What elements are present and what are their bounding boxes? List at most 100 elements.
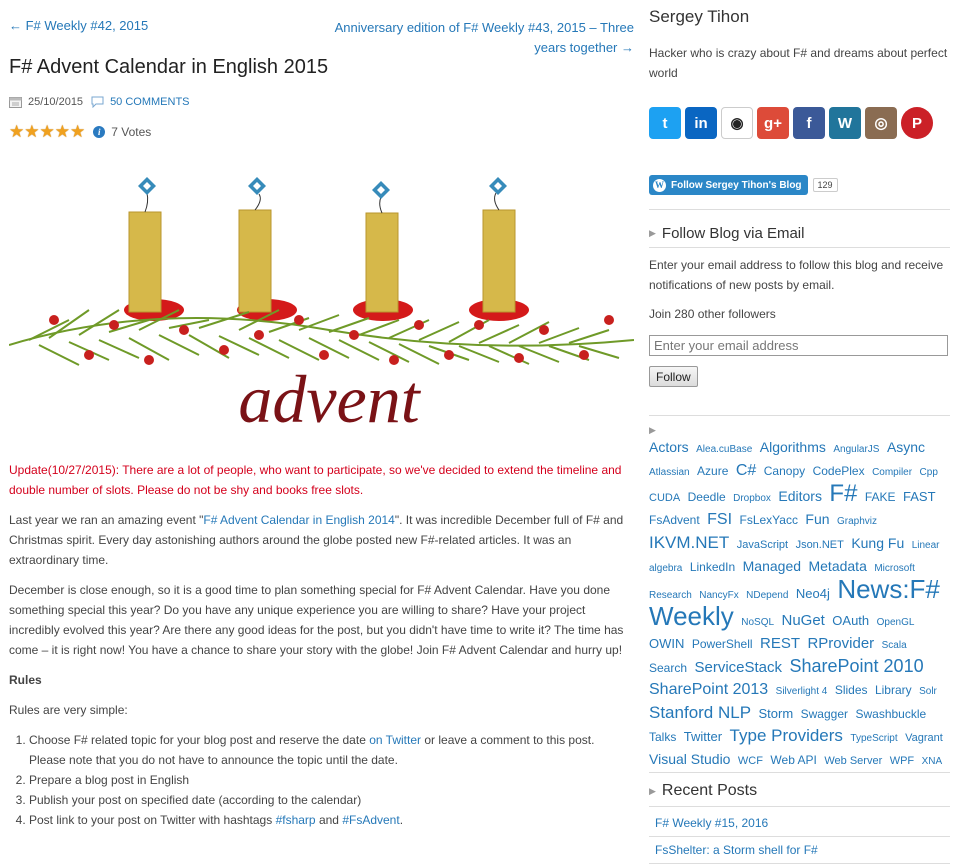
tag-link[interactable]: Storm bbox=[759, 706, 794, 721]
fsadvent-hashtag-link[interactable]: #FsAdvent bbox=[342, 813, 399, 827]
tag-link[interactable]: Azure bbox=[697, 464, 728, 478]
tag-link[interactable]: F# bbox=[829, 480, 857, 507]
tag-link[interactable]: OWIN bbox=[649, 636, 684, 651]
tag-link[interactable]: FsLexYacc bbox=[740, 513, 798, 527]
wordpress-icon: W bbox=[653, 178, 666, 192]
tag-link[interactable]: WCF bbox=[738, 755, 763, 767]
tag-link[interactable]: OAuth bbox=[832, 613, 869, 628]
star-icon[interactable]: ★ bbox=[9, 123, 24, 140]
star-icon[interactable]: ★ bbox=[70, 123, 85, 140]
tag-link[interactable]: NDepend bbox=[746, 590, 788, 601]
tag-link[interactable]: Silverlight 4 bbox=[776, 686, 828, 697]
tag-link[interactable]: Graphviz bbox=[837, 516, 877, 527]
tag-link[interactable]: Dropbox bbox=[733, 493, 771, 504]
tag-link[interactable]: Fun bbox=[805, 511, 829, 527]
rules-heading: Rules bbox=[9, 673, 42, 687]
tag-link[interactable]: Json.NET bbox=[796, 539, 844, 551]
tag-link[interactable]: Swagger bbox=[801, 707, 848, 721]
tag-link[interactable]: Library bbox=[875, 683, 912, 697]
follow-blog-button[interactable]: W Follow Sergey Tihon's Blog bbox=[649, 175, 808, 195]
tag-link[interactable]: NancyFx bbox=[699, 590, 738, 601]
next-post-link[interactable]: Anniversary edition of F# Weekly #43, 20… bbox=[334, 18, 634, 58]
tag-link[interactable]: NoSQL bbox=[741, 617, 774, 628]
linkedin-icon[interactable]: in bbox=[685, 107, 717, 139]
tag-link[interactable]: XNA bbox=[922, 756, 943, 767]
tag-link[interactable]: Talks bbox=[649, 730, 676, 744]
tag-link[interactable]: Type Providers bbox=[730, 726, 843, 745]
rules-list: Choose F# related topic for your blog po… bbox=[9, 730, 634, 830]
tag-link[interactable]: Visual Studio bbox=[649, 751, 730, 767]
tag-link[interactable]: Deedle bbox=[688, 490, 726, 504]
follow-description: Enter your email address to follow this … bbox=[649, 258, 944, 292]
tag-link[interactable]: Actors bbox=[649, 439, 689, 455]
tag-link[interactable]: REST bbox=[760, 635, 800, 652]
tag-link[interactable]: Twitter bbox=[684, 729, 722, 744]
tag-link[interactable]: Stanford NLP bbox=[649, 703, 751, 722]
comments-link[interactable]: 50 COMMENTS bbox=[110, 96, 189, 108]
tag-link[interactable]: AngularJS bbox=[833, 444, 879, 455]
follow-button[interactable]: Follow bbox=[649, 366, 698, 387]
tag-link[interactable]: RProvider bbox=[807, 635, 874, 652]
tag-link[interactable]: FSI bbox=[707, 511, 732, 528]
tag-link[interactable]: Search bbox=[649, 661, 687, 675]
tag-link[interactable]: Alea.cuBase bbox=[696, 444, 752, 455]
previous-post-link[interactable]: ← F# Weekly #42, 2015 bbox=[9, 18, 148, 33]
tag-link[interactable]: TypeScript bbox=[850, 733, 897, 744]
tag-link[interactable]: OpenGL bbox=[877, 617, 915, 628]
tag-link[interactable]: Managed bbox=[743, 558, 801, 574]
tag-link[interactable]: Swashbuckle bbox=[855, 707, 926, 721]
tag-link[interactable]: JavaScript bbox=[737, 539, 788, 551]
tag-link[interactable]: Web API bbox=[770, 753, 816, 767]
tag-link[interactable]: CodePlex bbox=[813, 464, 865, 478]
tag-link[interactable]: Neo4j bbox=[796, 586, 830, 601]
tag-link[interactable]: FAST bbox=[903, 489, 936, 504]
instagram-icon[interactable]: ◎ bbox=[865, 107, 897, 139]
tag-link[interactable]: NuGet bbox=[781, 612, 824, 629]
star-icon[interactable]: ★ bbox=[55, 123, 70, 140]
tag-link[interactable]: FsAdvent bbox=[649, 513, 700, 527]
star-icon[interactable]: ★ bbox=[24, 123, 39, 140]
star-rating[interactable]: ★ ★ ★ ★ ★ i 7 Votes bbox=[9, 123, 151, 140]
tag-link[interactable]: Kung Fu bbox=[851, 535, 904, 551]
tag-link[interactable]: Metadata bbox=[808, 558, 866, 574]
tag-link[interactable]: Scala bbox=[882, 640, 907, 651]
recent-post-link[interactable]: FsShelter: a Storm shell for F# bbox=[655, 843, 818, 857]
tag-link[interactable]: ServiceStack bbox=[694, 659, 782, 676]
tag-link[interactable]: Atlassian bbox=[649, 467, 690, 478]
tag-link[interactable]: SharePoint 2013 bbox=[649, 681, 768, 698]
info-icon[interactable]: i bbox=[93, 125, 106, 138]
email-input[interactable] bbox=[649, 335, 948, 356]
twitter-link[interactable]: on Twitter bbox=[369, 733, 421, 747]
tag-link[interactable]: Canopy bbox=[764, 464, 805, 478]
tag-link[interactable]: C# bbox=[736, 462, 756, 479]
tag-link[interactable]: PowerShell bbox=[692, 637, 753, 651]
tag-link[interactable]: Editors bbox=[778, 488, 822, 504]
tag-link[interactable]: Compiler bbox=[872, 467, 912, 478]
googleplus-icon[interactable]: g+ bbox=[757, 107, 789, 139]
tag-link[interactable]: Async bbox=[887, 439, 925, 455]
twitter-icon[interactable]: t bbox=[649, 107, 681, 139]
tag-link[interactable]: Cpp bbox=[920, 467, 938, 478]
github-icon[interactable]: ◉ bbox=[721, 107, 753, 139]
tag-link[interactable]: Slides bbox=[835, 683, 868, 697]
fsharp-hashtag-link[interactable]: #fsharp bbox=[276, 813, 316, 827]
tag-link[interactable]: SharePoint 2010 bbox=[789, 656, 923, 676]
pinterest-icon[interactable]: P bbox=[901, 107, 933, 139]
recent-post-link[interactable]: F# Weekly #15, 2016 bbox=[655, 816, 768, 830]
tag-link[interactable]: FAKE bbox=[865, 490, 896, 504]
tag-link[interactable]: Web Server bbox=[824, 755, 882, 767]
tag-link[interactable]: LinkedIn bbox=[690, 560, 735, 574]
paragraph-2: December is close enough, so it is a goo… bbox=[9, 583, 624, 657]
tag-link[interactable]: CUDA bbox=[649, 492, 680, 504]
tag-link[interactable]: Solr bbox=[919, 686, 937, 697]
wordpress-icon[interactable]: W bbox=[829, 107, 861, 139]
star-icon[interactable]: ★ bbox=[40, 123, 55, 140]
tag-link[interactable]: Vagrant bbox=[905, 732, 943, 744]
advent-2014-link[interactable]: F# Advent Calendar in English 2014 bbox=[203, 513, 394, 527]
tag-link[interactable]: Algorithms bbox=[760, 439, 826, 455]
tag-link[interactable]: IKVM.NET bbox=[649, 533, 729, 552]
arrow-icon: ▶ bbox=[649, 425, 656, 435]
tag-link[interactable]: WPF bbox=[890, 755, 914, 767]
facebook-icon[interactable]: f bbox=[793, 107, 825, 139]
arrow-icon: ▶ bbox=[649, 785, 656, 796]
